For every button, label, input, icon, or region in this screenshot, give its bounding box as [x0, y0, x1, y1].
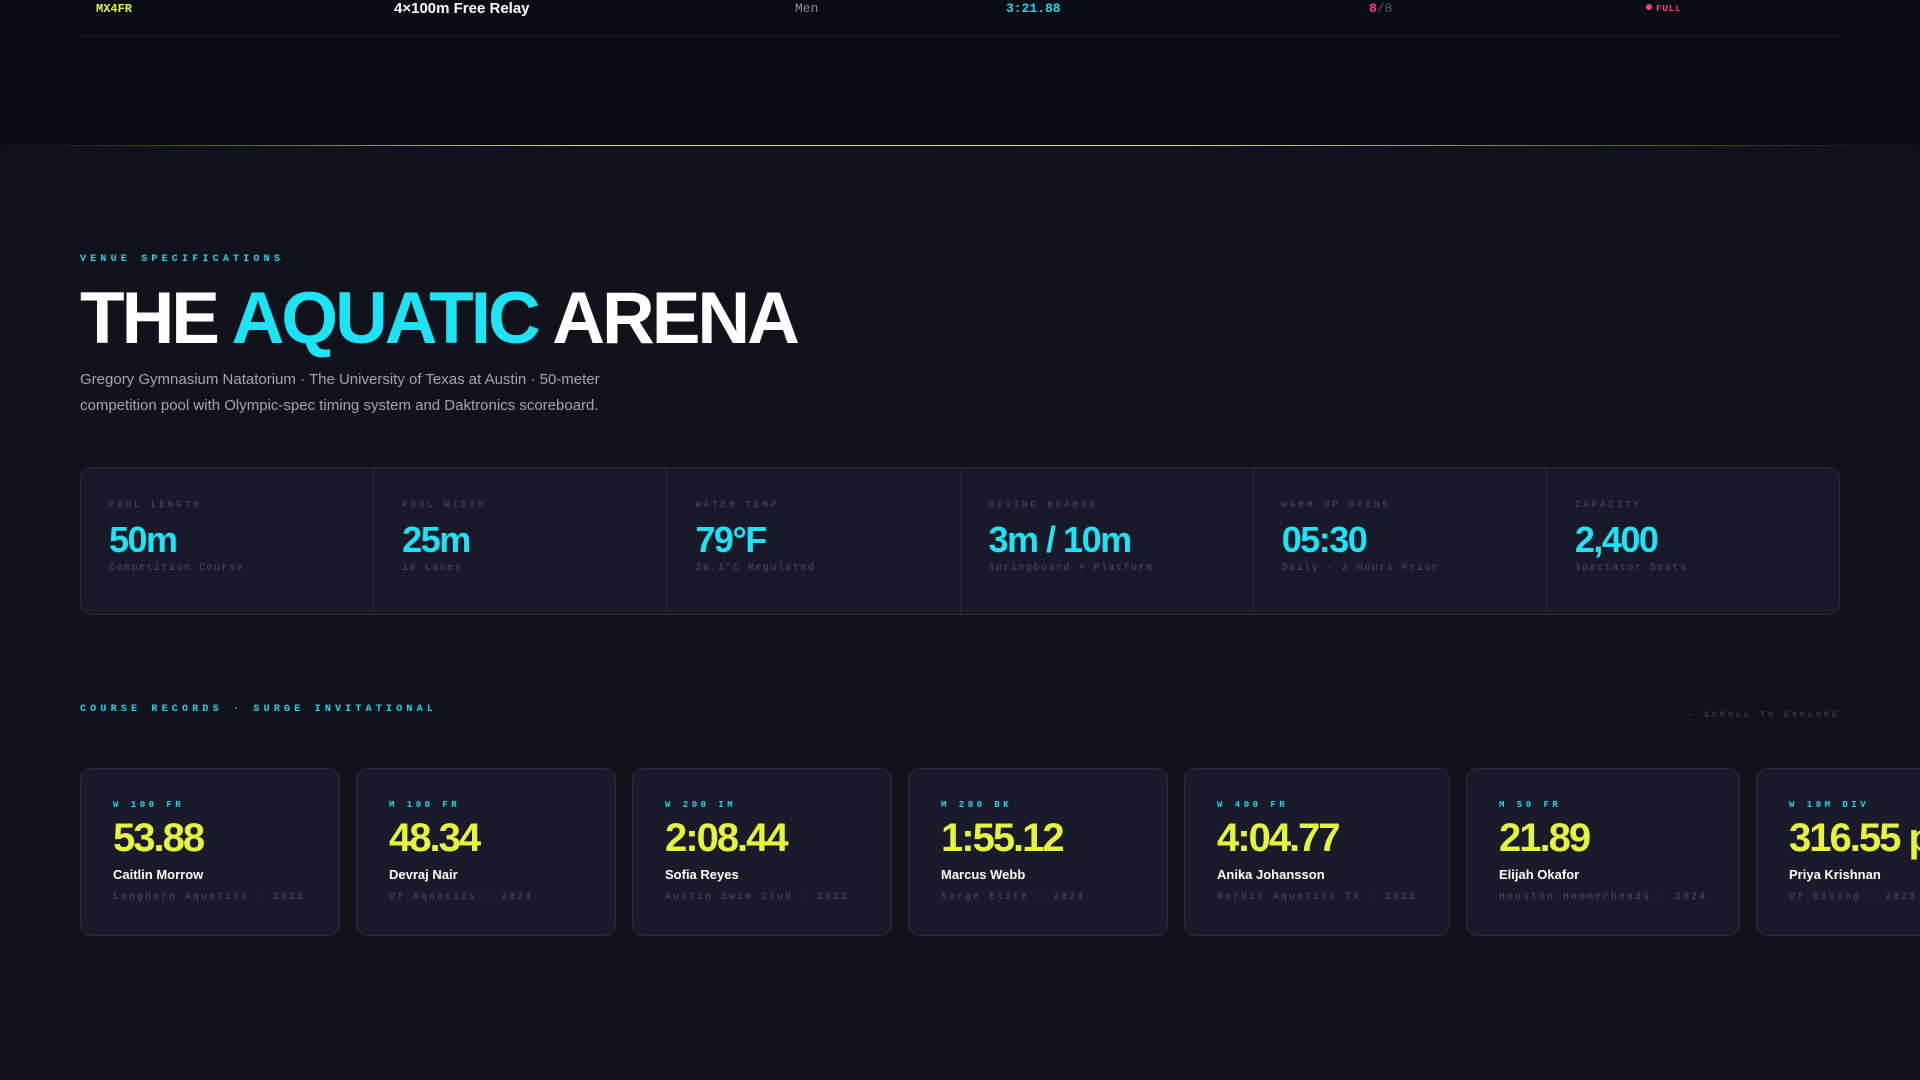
stat-label: POOL WIDTH: [402, 500, 487, 510]
record-event: W 400 FR: [1217, 800, 1289, 810]
status-dot-icon: [1646, 4, 1652, 10]
record-card[interactable]: W 200 IM 2:08.44 Sofia Reyes Austin Swim…: [632, 768, 892, 936]
stat-sub: Daily · 2 Hours Prior: [1281, 563, 1440, 574]
page-title: THE AQUATIC ARENA: [80, 278, 800, 360]
record-time: 1:55.12: [941, 816, 1065, 860]
record-holder: Sofia Reyes: [665, 867, 739, 882]
stat-pool-length: POOL LENGTH 50m Competition Course: [81, 468, 375, 614]
record-club: Nordic Aquatics TX · 2023: [1217, 892, 1418, 903]
record-holder: Anika Johansson: [1217, 867, 1325, 882]
record-time: 316.55 p: [1789, 816, 1920, 860]
record-card[interactable]: M 100 FR 48.34 Devraj Nair UT Aquatics ·…: [356, 768, 616, 936]
title-accent: AQUATIC: [231, 278, 541, 359]
status-badge: FULL: [1646, 0, 1682, 18]
record-event: W 10M DIV: [1789, 800, 1870, 810]
stat-label: CAPACITY: [1574, 500, 1643, 510]
stat-value: 05:30: [1281, 519, 1368, 560]
stat-sub: Springboard + Platform: [988, 563, 1154, 574]
stat-water-temp: WATER TEMP 79°F 26.1°C Regulated: [667, 468, 961, 614]
stat-label: POOL LENGTH: [109, 500, 202, 510]
record-event: W 100 FR: [113, 800, 185, 810]
record-club: Surge Elite · 2024: [941, 892, 1086, 903]
record-holder: Caitlin Morrow: [113, 867, 204, 882]
event-row[interactable]: MX4FR 4×100m Free Relay Men 3:21.88 8/8 …: [80, 0, 1840, 37]
record-holder: Elijah Okafor: [1499, 867, 1580, 882]
record-time: 21.89: [1499, 816, 1591, 860]
record-club: Houston Hammerheads · 2024: [1499, 892, 1708, 903]
record-time: 4:04.77: [1217, 816, 1341, 860]
stat-sub: 26.1°C Regulated: [695, 563, 816, 574]
venue-stats-panel: POOL LENGTH 50m Competition Course POOL …: [80, 467, 1840, 615]
record-time: 2:08.44: [665, 816, 789, 860]
stat-label: WARM-UP OPENS: [1281, 500, 1391, 510]
title-part-2: ARENA: [537, 278, 800, 359]
event-seed-time: 3:21.88: [1006, 1, 1061, 16]
stat-label: WATER TEMP: [695, 500, 780, 510]
venue-eyebrow: VENUE SPECIFICATIONS: [80, 254, 285, 265]
event-code: MX4FR: [96, 2, 133, 16]
stat-value: 3m / 10m: [988, 519, 1133, 560]
record-card[interactable]: W 10M DIV 316.55 p Priya Krishnan UT Div…: [1756, 768, 1920, 936]
record-event: M 100 FR: [389, 800, 461, 810]
record-holder: Devraj Nair: [389, 867, 458, 882]
stat-pool-width: POOL WIDTH 25m 10 Lanes: [374, 468, 668, 614]
stat-value: 50m: [109, 519, 178, 560]
stat-sub: Competition Course: [109, 563, 245, 574]
title-part-1: THE: [80, 278, 232, 359]
event-name: 4×100m Free Relay: [394, 0, 530, 17]
stat-diving-boards: DIVING BOARDS 3m / 10m Springboard + Pla…: [961, 468, 1254, 614]
status-label: FULL: [1656, 4, 1682, 14]
record-club: UT Diving · 2023: [1789, 892, 1918, 903]
record-event: M 50 FR: [1499, 800, 1562, 810]
stat-warm-up-opens: WARM-UP OPENS 05:30 Daily · 2 Hours Prio…: [1254, 468, 1547, 614]
record-holder: Marcus Webb: [941, 867, 1026, 882]
stat-value: 2,400: [1574, 519, 1659, 560]
stat-capacity: CAPACITY 2,400 Spectator Seats: [1547, 468, 1839, 614]
record-card[interactable]: M 50 FR 21.89 Elijah Okafor Houston Hamm…: [1466, 768, 1740, 936]
record-event: M 200 BK: [941, 800, 1013, 810]
record-card[interactable]: M 200 BK 1:55.12 Marcus Webb Surge Elite…: [908, 768, 1168, 936]
record-club: Austin Swim Club · 2022: [665, 892, 850, 903]
record-holder: Priya Krishnan: [1789, 867, 1881, 882]
stat-label: DIVING BOARDS: [988, 500, 1098, 510]
event-lanes: 8/8: [1369, 0, 1392, 18]
venue-description: Gregory Gymnasium Natatorium · The Unive…: [80, 371, 600, 414]
stat-value: 79°F: [695, 519, 767, 560]
lanes-total: /8: [1376, 1, 1393, 16]
section-divider: [0, 145, 1920, 146]
record-time: 48.34: [389, 816, 481, 860]
record-event: W 200 IM: [665, 800, 737, 810]
lanes-filled: 8: [1369, 1, 1377, 16]
record-club: Longhorn Aquatics · 2023: [113, 892, 306, 903]
stat-sub: Spectator Seats: [1574, 563, 1688, 574]
record-club: UT Aquatics · 2024: [389, 892, 534, 903]
record-time: 53.88: [113, 816, 205, 860]
event-list-section: MX4FR 4×100m Free Relay Men 3:21.88 8/8 …: [0, 0, 1920, 146]
event-gender: Men: [795, 1, 819, 16]
stat-value: 25m: [402, 519, 471, 560]
record-card[interactable]: W 400 FR 4:04.77 Anika Johansson Nordic …: [1184, 768, 1450, 936]
records-eyebrow: COURSE RECORDS · SURGE INVITATIONAL: [80, 704, 438, 715]
stat-sub: 10 Lanes: [402, 563, 463, 574]
scroll-hint: — SCROLL TO EXPLORE: [1687, 711, 1840, 720]
record-card[interactable]: W 100 FR 53.88 Caitlin Morrow Longhorn A…: [80, 768, 340, 936]
